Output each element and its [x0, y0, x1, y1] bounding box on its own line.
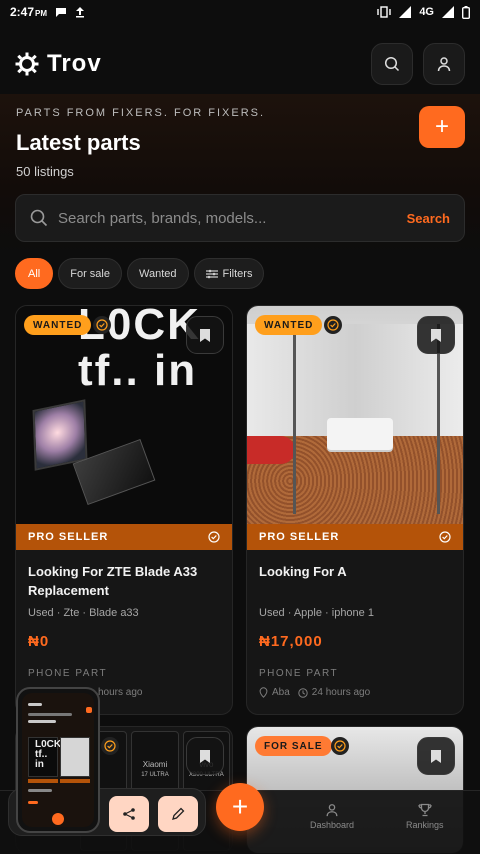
filter-chip-all[interactable]: All [15, 258, 54, 289]
user-icon [326, 804, 338, 817]
add-listing-button[interactable]: + [419, 106, 465, 148]
wanted-badge: WANTED [24, 315, 92, 335]
app-header: Trov [0, 40, 480, 88]
create-listing-fab[interactable]: + [216, 783, 264, 831]
search-button[interactable] [371, 43, 413, 85]
listing-price: ₦17,000 [259, 633, 323, 650]
clock-icon [298, 687, 308, 698]
thumbnail-card: L0CK tf.. in [28, 737, 61, 777]
listing-title: Looking For ZTE Blade A33 Replacement [28, 564, 198, 598]
nav-rankings[interactable]: Rankings [406, 803, 444, 830]
thumbnail-line [28, 720, 56, 723]
image-couch [327, 418, 393, 450]
listing-image: L0CK tf.. in WANTED [16, 306, 232, 524]
verified-icon [324, 316, 342, 334]
listing-meta: Used · Apple · iphone 1 [259, 607, 374, 619]
listing-location: Aba 24 hours ago [259, 687, 451, 698]
bookmark-button[interactable] [417, 737, 455, 775]
verified-icon [101, 737, 119, 755]
thumbnail-bar [28, 779, 58, 783]
gear-logo-icon [15, 52, 39, 76]
for-sale-badge: FOR SALE [255, 736, 332, 756]
chat-icon [56, 8, 67, 17]
user-icon [437, 57, 451, 72]
listing-title: Looking For A [259, 564, 347, 579]
thumbnail-line [28, 801, 38, 804]
thumbnail-screen: L0CK tf.. in [22, 693, 94, 827]
share-icon [123, 808, 135, 820]
bookmark-icon [431, 749, 441, 763]
plus-icon: + [231, 791, 249, 822]
app-name: Trov [47, 50, 102, 77]
listing-category: PHONE PART [28, 668, 108, 679]
profile-button[interactable] [423, 43, 465, 85]
signal-icon [399, 6, 412, 18]
nav-dashboard-label: Dashboard [310, 820, 355, 830]
network-label: 4G [419, 6, 434, 18]
search-submit-button[interactable]: Search [407, 211, 450, 226]
verified-icon [331, 737, 349, 755]
nav-dashboard[interactable]: Dashboard [310, 803, 354, 830]
search-box[interactable]: Search parts, brands, models... Search [15, 194, 465, 242]
page-title: Latest parts [16, 130, 141, 155]
filter-chip-for-sale[interactable]: For sale [58, 258, 122, 289]
bookmark-button[interactable] [186, 737, 224, 775]
trophy-icon [418, 803, 432, 817]
upload-icon [76, 7, 85, 18]
screenshot-thumbnail[interactable]: L0CK tf.. in [16, 687, 100, 833]
search-icon [30, 209, 48, 227]
filter-chips: All For sale Wanted Filters [15, 258, 265, 289]
wanted-badge: WANTED [255, 315, 323, 335]
bookmark-button[interactable] [186, 316, 224, 354]
pro-seller-bar: PRO SELLER [16, 524, 232, 550]
app-logo[interactable]: Trov [15, 50, 102, 78]
edit-button[interactable] [158, 796, 198, 832]
thumbnail-line [28, 703, 42, 706]
signal-icon-2 [442, 6, 454, 18]
nav-rankings-label: Rankings [406, 820, 444, 830]
pencil-icon [172, 807, 185, 820]
status-bar: 2:47PM 4G [0, 0, 480, 24]
thumbnail-add [86, 707, 92, 713]
bookmark-icon [431, 328, 441, 342]
check-circle-icon [208, 531, 220, 543]
plus-icon: + [434, 113, 449, 140]
listing-category: PHONE PART [259, 668, 339, 679]
bookmark-icon [200, 328, 210, 342]
image-red-chair [247, 436, 295, 464]
verified-icon [93, 316, 111, 334]
check-circle-icon [439, 531, 451, 543]
thumbnail-fab [52, 813, 64, 825]
listing-card[interactable]: WANTED PRO SELLER Looking For A Used · A… [246, 305, 464, 715]
status-time: 2:47PM [10, 5, 48, 19]
filter-chip-wanted[interactable]: Wanted [126, 258, 189, 289]
filter-chip-filters[interactable]: Filters [193, 258, 265, 289]
bookmark-icon [200, 749, 210, 763]
tagline: PARTS FROM FIXERS. FOR FIXERS. [16, 107, 266, 119]
thumbnail-line [28, 713, 72, 716]
search-icon [384, 56, 400, 72]
listing-price: ₦0 [28, 633, 50, 650]
share-button[interactable] [109, 796, 149, 832]
search-input[interactable]: Search parts, brands, models... [58, 210, 266, 227]
thumbnail-card [60, 737, 90, 777]
sliders-icon [205, 269, 218, 278]
listing-card[interactable]: L0CK tf.. in WANTED PRO SELLER Looking Fo… [15, 305, 233, 715]
pro-seller-bar: PRO SELLER [247, 524, 463, 550]
bookmark-button[interactable] [417, 316, 455, 354]
location-pin-icon [259, 687, 268, 698]
listing-image: WANTED [247, 306, 463, 524]
listing-count: 50 listings [16, 164, 74, 179]
vibrate-icon [377, 6, 392, 18]
battery-icon [462, 5, 470, 19]
listing-meta: Used · Zte · Blade a33 [28, 607, 139, 619]
image-pillar [293, 324, 296, 514]
thumbnail-bar [60, 779, 90, 783]
thumbnail-line [28, 789, 52, 792]
